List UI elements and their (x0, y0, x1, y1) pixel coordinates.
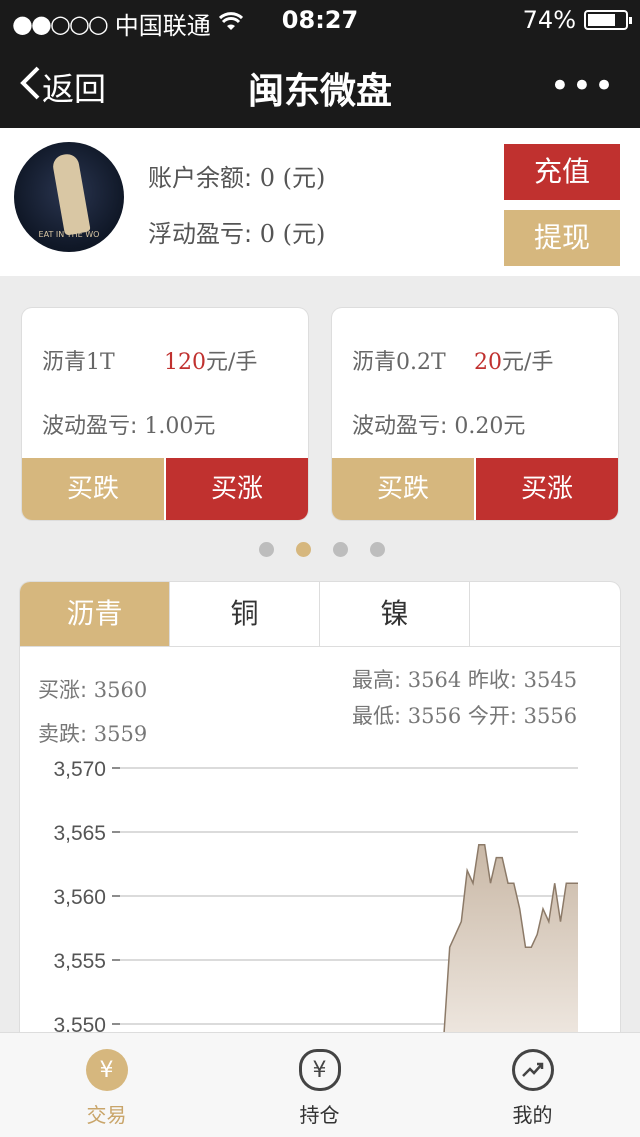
bottom-tab-bar: ¥ 交易 ¥ 持仓 我的 (0, 1032, 640, 1137)
carousel-dots (259, 542, 385, 557)
sell-down-quote: 卖跌: 3559 (38, 718, 147, 748)
price-unit: 元/手 (206, 350, 258, 375)
buy-up-quote: 买涨: 3560 (38, 674, 147, 704)
sell-down-label: 卖跌: (38, 722, 88, 746)
product-price: 20元/手 (474, 344, 553, 376)
low-open-quote: 最低: 3556 今开: 3556 (352, 700, 577, 730)
price-value: 20 (474, 350, 502, 375)
high-label: 最高: (352, 668, 402, 692)
price-unit: 元/手 (502, 350, 554, 375)
tab-trade-label: 交易 (86, 1103, 127, 1127)
buy-up-label: 买涨: (38, 678, 88, 702)
high-prevclose-quote: 最高: 3564 昨收: 3545 (352, 664, 577, 694)
product-card: 沥青0.2T 20元/手 波动盈亏: 0.20元 买跌 买涨 (332, 308, 618, 520)
pnl-value: 0 (259, 220, 276, 248)
open-value: 3556 (523, 704, 578, 728)
open-label: 今开: (467, 704, 517, 728)
fluct-value: 0.20元 (454, 414, 526, 439)
tab-asphalt[interactable]: 沥青 (20, 582, 170, 646)
balance-label: 账户余额: (148, 164, 253, 192)
commodity-tabs: 沥青 铜 镍 (20, 582, 620, 647)
high-value: 3564 (407, 668, 462, 692)
more-menu-button[interactable]: ••• (550, 66, 616, 106)
carousel-dot[interactable] (259, 542, 274, 557)
market-panel: 沥青 铜 镍 买涨: 3560 卖跌: 3559 最高: 3564 昨收: 35… (20, 582, 620, 1042)
avatar[interactable]: EAT IN THE WO (14, 142, 124, 252)
buy-up-button[interactable]: 买涨 (476, 458, 618, 520)
balance-value: 0 (259, 164, 276, 192)
tab-nickel[interactable]: 镍 (320, 582, 470, 646)
carousel-dot[interactable] (370, 542, 385, 557)
tab-mine-label: 我的 (512, 1103, 553, 1127)
battery-percent: 74% (522, 6, 576, 34)
buy-up-value: 3560 (93, 678, 148, 702)
price-area (438, 844, 578, 1042)
prev-close-label: 昨收: (467, 668, 517, 692)
tab-trade[interactable]: ¥ 交易 (0, 1033, 213, 1137)
y-tick-label: 3,560 (53, 886, 106, 909)
price-chart: 3,5703,5653,5603,5553,550 (53, 758, 578, 1042)
low-label: 最低: (352, 704, 402, 728)
money-bag-icon: ¥ (298, 1049, 341, 1091)
account-summary: EAT IN THE WO 账户余额: 0 (元) 浮动盈亏: 0 (元) 充值… (0, 128, 640, 276)
pnl-unit: (元) (282, 220, 326, 248)
yen-coin-icon: ¥ (85, 1049, 128, 1091)
price-value: 120 (164, 350, 206, 375)
low-value: 3556 (407, 704, 462, 728)
status-bar: ●●○○○ 中国联通 08:27 74% (0, 0, 640, 40)
y-tick-label: 3,570 (53, 758, 106, 781)
fluct-label: 波动盈亏: (42, 414, 138, 439)
product-card: 沥青1T 120元/手 波动盈亏: 1.00元 买跌 买涨 (22, 308, 308, 520)
product-name: 沥青1T (42, 350, 115, 375)
fluct-label: 波动盈亏: (352, 414, 448, 439)
y-tick-label: 3,555 (53, 950, 106, 973)
tab-copper[interactable]: 铜 (170, 582, 320, 646)
y-tick-label: 3,565 (53, 822, 106, 845)
tab-positions-label: 持仓 (299, 1103, 340, 1127)
pnl-row: 浮动盈亏: 0 (元) (148, 214, 325, 249)
avatar-caption: EAT IN THE WO (38, 230, 100, 239)
tab-empty[interactable] (470, 582, 620, 646)
balance-unit: (元) (282, 164, 326, 192)
fluct-row: 波动盈亏: 1.00元 (42, 408, 215, 440)
fluct-value: 1.00元 (144, 414, 216, 439)
balance-row: 账户余额: 0 (元) (148, 158, 325, 193)
carousel-dot[interactable] (333, 542, 348, 557)
page-title: 闽东微盘 (247, 71, 392, 112)
battery-status: 74% (522, 6, 632, 34)
tab-mine[interactable]: 我的 (426, 1033, 639, 1137)
tab-positions[interactable]: ¥ 持仓 (213, 1033, 426, 1137)
nav-bar: 返回 闽东微盘 ••• (0, 40, 640, 128)
battery-icon (584, 10, 632, 30)
recharge-button[interactable]: 充值 (504, 144, 620, 200)
fluct-row: 波动盈亏: 0.20元 (352, 408, 525, 440)
prev-close-value: 3545 (523, 668, 578, 692)
buy-down-button[interactable]: 买跌 (22, 458, 164, 520)
product-name: 沥青0.2T (352, 350, 446, 375)
withdraw-button[interactable]: 提现 (504, 210, 620, 266)
trend-icon (511, 1049, 554, 1091)
product-price: 120元/手 (164, 344, 257, 376)
sell-down-value: 3559 (93, 722, 148, 746)
buy-up-button[interactable]: 买涨 (166, 458, 308, 520)
pnl-label: 浮动盈亏: (148, 220, 253, 248)
buy-down-button[interactable]: 买跌 (332, 458, 474, 520)
carousel-dot[interactable] (296, 542, 311, 557)
